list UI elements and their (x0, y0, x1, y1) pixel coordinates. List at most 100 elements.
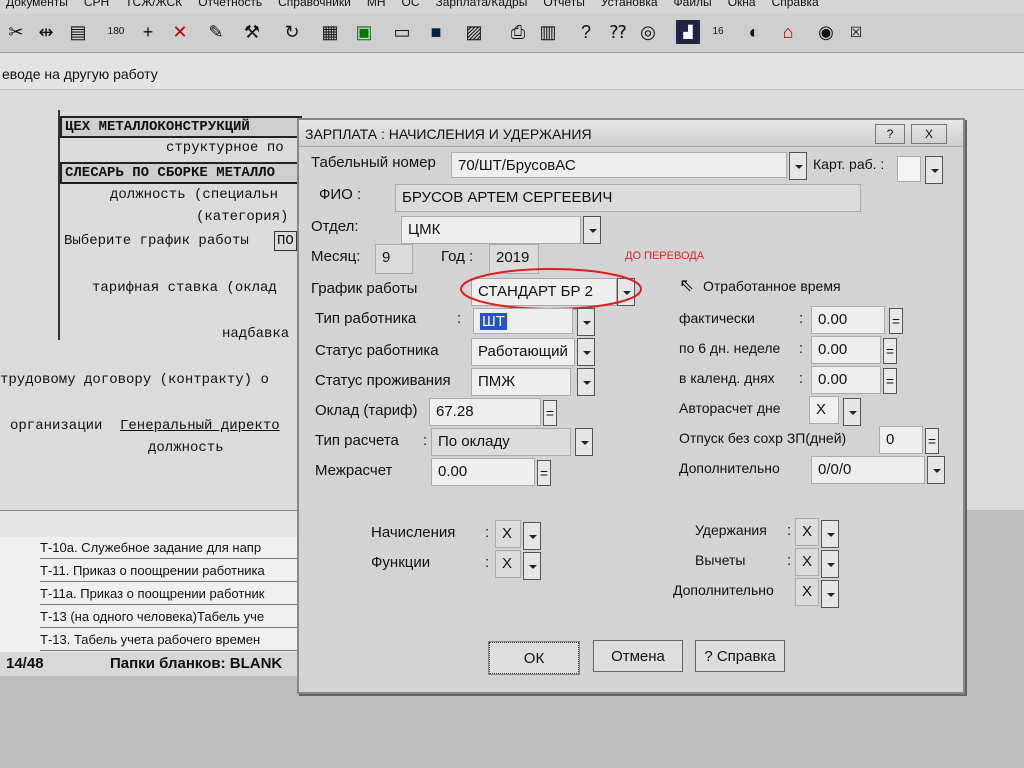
six-day-calc-button[interactable]: = (883, 338, 897, 364)
additional2-field[interactable]: X (795, 578, 819, 606)
help-title-button[interactable]: ? (875, 124, 905, 144)
worker-type-field[interactable]: ШТ (473, 308, 573, 334)
image-icon[interactable]: ▨ (462, 20, 486, 44)
menu-item[interactable]: Установка (601, 0, 658, 9)
menu-item[interactable]: Справочники (278, 0, 351, 9)
ok-button[interactable]: ОК (488, 641, 580, 675)
accruals-dropdown[interactable] (523, 522, 541, 550)
intercalc-field[interactable]: 0.00 (431, 458, 535, 486)
autocalc-field[interactable]: X (809, 396, 839, 424)
calc-icon[interactable]: ▥ (536, 20, 560, 44)
residence-dropdown[interactable] (577, 368, 595, 396)
six-day-field[interactable]: 0.00 (811, 336, 881, 364)
cut-icon[interactable]: ✂ (4, 20, 28, 44)
deductions-dropdown[interactable] (821, 520, 839, 548)
calendar-calc-button[interactable]: = (883, 368, 897, 394)
context-help-icon[interactable]: ⁇ (606, 20, 630, 44)
additional-field[interactable]: 0/0/0 (811, 456, 925, 484)
tool-icon[interactable]: ⚒ (240, 20, 264, 44)
globe-icon[interactable]: ◐ (742, 20, 766, 44)
schedule-value[interactable]: ПО (274, 231, 297, 251)
delete-icon[interactable]: ✕ (168, 20, 192, 44)
functions-field[interactable]: X (495, 550, 521, 578)
fio-field[interactable]: БРУСОВ АРТЕМ СЕРГЕЕВИЧ (395, 184, 861, 212)
calculator-icon[interactable]: ▣ (352, 20, 376, 44)
list-item[interactable]: Т-13. Табель учета рабочего времен (40, 629, 302, 651)
intercalc-calc-button[interactable]: = (537, 460, 551, 486)
calendar-icon[interactable]: 16 (706, 20, 730, 44)
org-position: Генеральный директо (120, 418, 280, 434)
list-item[interactable]: Т-10а. Служебное задание для напр (40, 537, 302, 559)
add-icon[interactable]: + (136, 20, 160, 44)
unpaid-leave-field[interactable]: 0 (879, 426, 923, 454)
dept-field[interactable]: ЦМК (401, 216, 581, 244)
refresh-icon[interactable]: ↻ (280, 20, 304, 44)
actual-calc-button[interactable]: = (889, 308, 903, 334)
save-icon[interactable]: ■ (424, 20, 448, 44)
counter-icon[interactable]: 180 (104, 20, 128, 44)
residence-field[interactable]: ПМЖ (471, 368, 571, 396)
functions-dropdown[interactable] (523, 552, 541, 580)
card-field[interactable] (897, 156, 921, 182)
tab-num-dropdown[interactable] (789, 152, 807, 180)
colon: : (799, 340, 804, 357)
autocalc-dropdown[interactable] (843, 398, 861, 426)
menu-item[interactable]: Окна (728, 0, 756, 9)
close-window-icon[interactable]: ☒ (844, 20, 868, 44)
worker-status-field[interactable]: Работающий (471, 338, 575, 366)
accruals-field[interactable]: X (495, 520, 521, 548)
menu-item[interactable]: Зарплата/Кадры (436, 0, 528, 9)
help-icon[interactable]: ? (574, 20, 598, 44)
network-icon[interactable]: ◉ (814, 20, 838, 44)
list-item[interactable]: Т-13 (на одного человека)Табель уче (40, 606, 302, 628)
menu-item[interactable]: Файлы (674, 0, 712, 9)
menu-item[interactable]: СРН (84, 0, 109, 9)
withholdings-label: Вычеты (695, 552, 746, 568)
month-field[interactable]: 9 (375, 244, 413, 274)
residence-label: Статус проживания (315, 372, 451, 389)
unpaid-leave-calc-button[interactable]: = (925, 428, 939, 454)
calc-type-dropdown[interactable] (575, 428, 593, 456)
split-icon[interactable]: ⇹ (34, 20, 58, 44)
grid-icon[interactable]: ▦ (318, 20, 342, 44)
compass-icon[interactable]: ◎ (636, 20, 660, 44)
additional-dropdown[interactable] (927, 456, 945, 484)
tab-num-label: Табельный номер (311, 154, 436, 171)
list-item[interactable]: Т-11. Приказ о поощрении работника (40, 560, 302, 582)
dept-dropdown[interactable] (583, 216, 601, 244)
calendar-field[interactable]: 0.00 (811, 366, 881, 394)
worker-type-dropdown[interactable] (577, 308, 595, 336)
menu-item[interactable]: ОС (402, 0, 420, 9)
form-list[interactable]: Т-10а. Служебное задание для напр Т-11. П… (0, 537, 302, 652)
menu-item[interactable]: ТСЖ/ЖСК (125, 0, 182, 9)
additional2-dropdown[interactable] (821, 580, 839, 608)
additional-label: Дополнительно (679, 460, 780, 476)
menu-item[interactable]: Отчеты (543, 0, 584, 9)
cancel-button[interactable]: Отмена (593, 640, 683, 672)
actual-field[interactable]: 0.00 (811, 306, 885, 334)
salary-field[interactable]: 67.28 (429, 398, 541, 426)
deductions-field[interactable]: X (795, 518, 819, 546)
menu-item[interactable]: Документы (6, 0, 68, 9)
calc-type-field[interactable]: По окладу (431, 428, 571, 456)
folder-icon[interactable]: ▭ (390, 20, 414, 44)
withholdings-field[interactable]: X (795, 548, 819, 576)
document-icon[interactable]: ▤ (66, 20, 90, 44)
menu-item[interactable]: МН (367, 0, 386, 9)
position-label: должность (специальн (110, 187, 279, 203)
pin-icon[interactable]: ✎ (204, 20, 228, 44)
close-title-button[interactable]: X (911, 124, 947, 144)
house-icon[interactable]: ⌂ (776, 20, 800, 44)
chart-icon[interactable]: ▟ (676, 20, 700, 44)
print-icon[interactable]: ⎙ (506, 20, 530, 44)
worker-status-dropdown[interactable] (577, 338, 595, 366)
withholdings-dropdown[interactable] (821, 550, 839, 578)
list-item[interactable]: Т-11а. Приказ о поощрении работник (40, 583, 302, 605)
card-dropdown[interactable] (925, 156, 943, 184)
menu-item[interactable]: Справка (772, 0, 819, 9)
accruals-label: Начисления (371, 524, 456, 541)
tab-num-field[interactable]: 70/ШТ/БрусовАС (451, 152, 787, 178)
menu-item[interactable]: Отчетность (198, 0, 262, 9)
help-button[interactable]: ? Справка (695, 640, 785, 672)
salary-calc-button[interactable]: = (543, 400, 557, 426)
